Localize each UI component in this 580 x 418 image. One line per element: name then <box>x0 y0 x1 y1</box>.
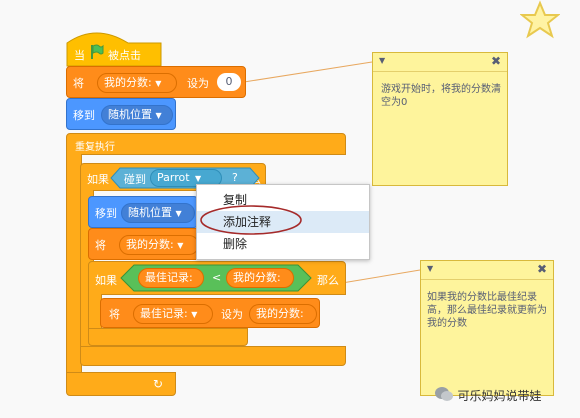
if-bottom <box>80 346 346 366</box>
my-score-reporter[interactable]: 我的分数: <box>226 268 294 288</box>
collapse-caret-icon[interactable]: ▼ <box>427 264 433 273</box>
watermark: 可乐妈妈说带娃 <box>434 386 542 408</box>
dropdown-caret-icon: ▼ <box>177 241 184 250</box>
hat-clicked-label: 被点击 <box>108 49 141 62</box>
set-to-label: 设为 <box>187 77 209 90</box>
when-flag-clicked-block[interactable]: 当 被点击 <box>66 27 162 67</box>
dropdown-caret-icon: ▼ <box>191 310 198 319</box>
set2-label: 将 <box>109 308 120 321</box>
goto-target-dropdown[interactable]: 随机位置 ▼ <box>101 105 173 125</box>
touching-label: 碰到 <box>124 173 146 186</box>
goto-label: 移到 <box>73 109 95 122</box>
collapse-caret-icon[interactable]: ▼ <box>379 56 385 65</box>
close-icon[interactable]: ✖ <box>491 54 501 68</box>
if2-bottom <box>88 328 248 346</box>
inner-set-label: 将 <box>95 239 106 252</box>
highlight-ellipse <box>200 205 302 235</box>
if2-label: 如果 <box>95 274 117 287</box>
inner-goto-label: 移到 <box>95 207 117 220</box>
note-header[interactable]: ▼ ✖ <box>421 261 553 280</box>
note-2-text[interactable]: 如果我的分数比最佳纪录高，那么最佳纪录就更新为我的分数 <box>427 291 549 330</box>
comment-note-1[interactable]: ▼ ✖ 游戏开始时，将我的分数清空为0 <box>372 52 508 186</box>
set2-to-label: 设为 <box>221 308 243 321</box>
set-value-input[interactable]: 0 <box>217 73 241 91</box>
dropdown-caret-icon: ▼ <box>175 209 182 218</box>
watermark-text: 可乐妈妈说带娃 <box>457 389 542 403</box>
inner-goto-target-dropdown[interactable]: 随机位置 ▼ <box>121 203 195 223</box>
dropdown-caret-icon: ▼ <box>155 79 162 88</box>
less-than-block[interactable]: 最佳记录: < 我的分数: <box>120 264 312 292</box>
inner-set-score-block[interactable]: 将 我的分数: ▼ <box>88 228 212 260</box>
if-label: 如果 <box>87 173 109 186</box>
if2-then-label: 那么 <box>317 274 339 287</box>
touching-question: ? <box>232 171 238 184</box>
note-header[interactable]: ▼ ✖ <box>373 53 507 72</box>
forever-block[interactable]: 重复执行 <box>66 133 346 155</box>
forever-bottom: ↻ <box>66 372 176 396</box>
dropdown-caret-icon: ▼ <box>155 111 162 120</box>
comment-note-2[interactable]: ▼ ✖ 如果我的分数比最佳纪录高，那么最佳纪录就更新为我的分数 <box>420 260 554 396</box>
green-flag-icon <box>90 44 104 63</box>
set-variable-dropdown[interactable]: 我的分数: ▼ <box>97 73 177 93</box>
set-score-block[interactable]: 将 我的分数: ▼ 设为 0 <box>66 66 246 98</box>
best-score-reporter[interactable]: 最佳记录: <box>138 268 204 288</box>
note-1-text[interactable]: 游戏开始时，将我的分数清空为0 <box>381 83 501 109</box>
goto-random-block[interactable]: 移到 随机位置 ▼ <box>66 98 176 130</box>
forever-label: 重复执行 <box>75 142 115 153</box>
close-icon[interactable]: ✖ <box>537 262 547 276</box>
set-label: 将 <box>73 77 84 90</box>
inner-set-variable-dropdown[interactable]: 我的分数: ▼ <box>119 235 199 255</box>
set2-value-reporter[interactable]: 我的分数: <box>249 304 317 324</box>
dropdown-caret-icon: ▼ <box>195 174 202 183</box>
hat-when-label: 当 <box>74 49 85 62</box>
inner-goto-random-block[interactable]: 移到 随机位置 ▼ <box>88 196 198 228</box>
set-best-score-block[interactable]: 将 最佳记录: ▼ 设为 我的分数: <box>100 298 320 328</box>
set2-variable-dropdown[interactable]: 最佳记录: ▼ <box>133 304 213 324</box>
loop-arrow-icon: ↻ <box>153 377 164 391</box>
less-than-label: < <box>212 271 222 284</box>
wechat-icon <box>434 386 454 405</box>
